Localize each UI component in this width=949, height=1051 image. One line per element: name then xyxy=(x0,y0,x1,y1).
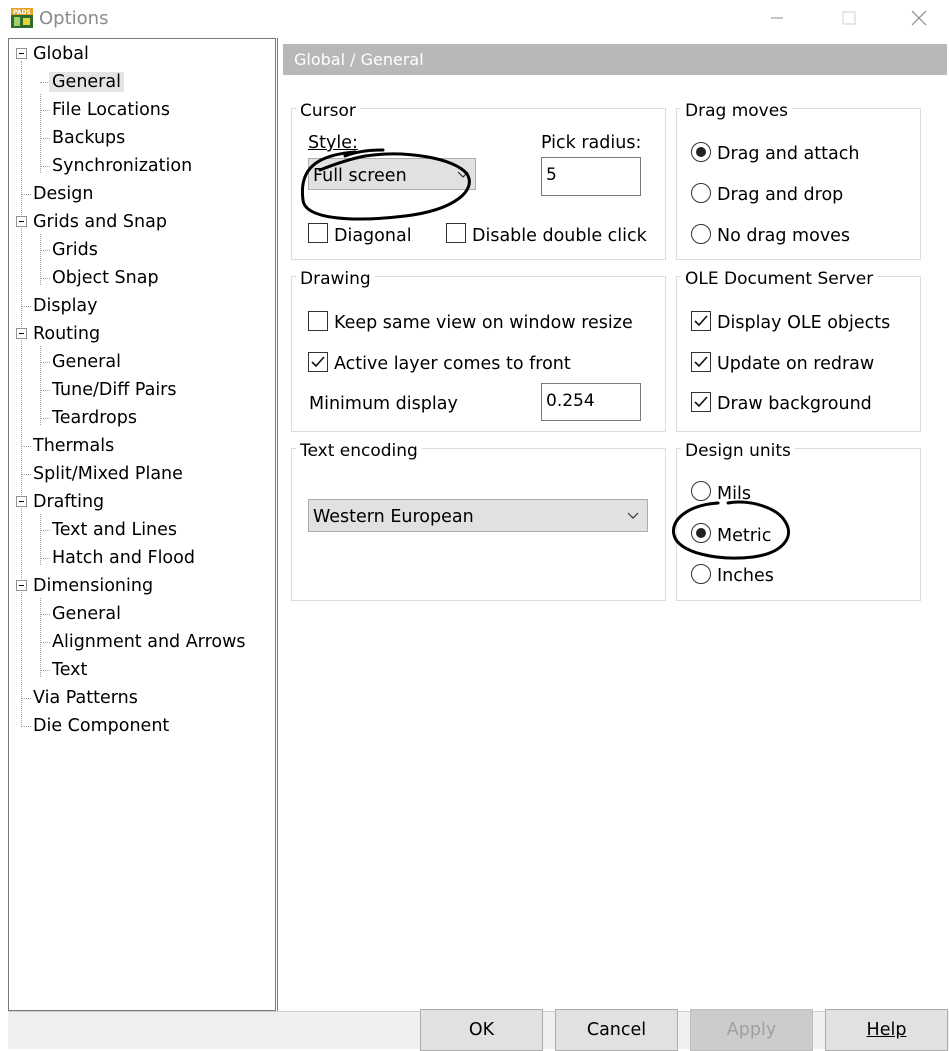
tree-item-backups[interactable]: Backups xyxy=(49,124,128,152)
checkmark-icon xyxy=(694,315,708,327)
minimum-display-label: Minimum display xyxy=(309,394,458,414)
help-button[interactable]: Help xyxy=(825,1009,948,1051)
pick-radius-label: Pick radius: xyxy=(541,133,642,153)
drag-moves-group-title: Drag moves xyxy=(681,101,793,121)
close-icon xyxy=(911,10,927,26)
draw-background-label: Draw background xyxy=(717,394,872,414)
disable-double-click-label: Disable double click xyxy=(472,226,647,246)
text-encoding-value: Western European xyxy=(313,507,474,527)
tree-item-dimensioning[interactable]: Dimensioning xyxy=(30,572,156,600)
text-encoding-select[interactable]: Western European xyxy=(308,499,648,532)
hand-drawn-circle-annotation xyxy=(671,500,791,560)
no-drag-moves-label: No drag moves xyxy=(717,226,851,246)
svg-text:PADS: PADS xyxy=(13,9,31,16)
display-ole-objects-label: Display OLE objects xyxy=(717,313,891,333)
checkmark-icon xyxy=(694,356,708,368)
cursor-group-title: Cursor xyxy=(296,101,360,121)
pads-app-icon: PADS xyxy=(10,7,34,29)
minimize-button[interactable] xyxy=(754,4,800,32)
tree-item-dimensioning-general[interactable]: General xyxy=(49,600,124,628)
tree-connector xyxy=(40,346,41,425)
draw-background-checkbox[interactable] xyxy=(691,392,711,412)
tree-collapse-icon[interactable] xyxy=(16,496,27,507)
minimum-display-input[interactable]: 0.254 xyxy=(541,383,641,421)
tree-item-object-snap[interactable]: Object Snap xyxy=(49,264,162,292)
tree-item-routing-general[interactable]: General xyxy=(49,348,124,376)
tree-item-split-mixed-plane[interactable]: Split/Mixed Plane xyxy=(30,460,186,488)
tree-item-hatch-and-flood[interactable]: Hatch and Flood xyxy=(49,544,198,572)
tree-item-drafting[interactable]: Drafting xyxy=(30,488,107,516)
drag-and-attach-radio[interactable] xyxy=(691,142,711,162)
tree-item-via-patterns[interactable]: Via Patterns xyxy=(30,684,141,712)
minimize-icon xyxy=(771,17,783,19)
update-on-redraw-label: Update on redraw xyxy=(717,354,875,374)
ok-button[interactable]: OK xyxy=(420,1009,543,1051)
drag-and-drop-label: Drag and drop xyxy=(717,185,844,205)
tree-item-grids[interactable]: Grids xyxy=(49,236,101,264)
tree-item-dimensioning-text[interactable]: Text xyxy=(49,656,90,684)
title-bar: PADS Options xyxy=(0,0,949,37)
checkmark-icon xyxy=(311,356,325,368)
tree-collapse-icon[interactable] xyxy=(16,328,27,339)
tree-item-alignment-and-arrows[interactable]: Alignment and Arrows xyxy=(49,628,249,656)
inches-radio[interactable] xyxy=(691,564,711,584)
tree-item-routing[interactable]: Routing xyxy=(30,320,103,348)
tree-item-global-general[interactable]: General xyxy=(49,68,124,96)
window-title: Options xyxy=(39,8,109,29)
active-layer-checkbox[interactable] xyxy=(308,352,328,372)
tree-connector xyxy=(40,94,41,173)
drag-and-attach-label: Drag and attach xyxy=(717,144,860,164)
maximize-icon xyxy=(842,11,856,25)
tree-item-teardrops[interactable]: Teardrops xyxy=(49,404,140,432)
tree-item-display[interactable]: Display xyxy=(30,292,101,320)
design-units-group-title: Design units xyxy=(681,441,795,461)
display-ole-objects-checkbox[interactable] xyxy=(691,311,711,331)
update-on-redraw-checkbox[interactable] xyxy=(691,352,711,372)
tree-connector xyxy=(40,598,41,677)
active-layer-label: Active layer comes to front xyxy=(334,354,571,374)
close-button[interactable] xyxy=(896,4,942,32)
checkmark-icon xyxy=(694,396,708,408)
drawing-group-title: Drawing xyxy=(296,269,375,289)
tree-item-synchronization[interactable]: Synchronization xyxy=(49,152,195,180)
tree-item-design[interactable]: Design xyxy=(30,180,96,208)
inches-label: Inches xyxy=(717,566,774,586)
tree-item-file-locations[interactable]: File Locations xyxy=(49,96,173,124)
page-header: Global / General xyxy=(283,44,947,75)
apply-button[interactable]: Apply xyxy=(690,1009,813,1051)
text-encoding-group-title: Text encoding xyxy=(296,441,422,461)
tree-item-die-component[interactable]: Die Component xyxy=(30,712,172,740)
tree-collapse-icon[interactable] xyxy=(16,580,27,591)
tree-collapse-icon[interactable] xyxy=(16,216,27,227)
hand-drawn-circle-annotation xyxy=(300,148,471,221)
drag-and-drop-radio[interactable] xyxy=(691,183,711,203)
chevron-down-icon xyxy=(627,512,639,519)
tree-item-text-and-lines[interactable]: Text and Lines xyxy=(49,516,180,544)
tree-item-tune-diff-pairs[interactable]: Tune/Diff Pairs xyxy=(49,376,180,404)
cancel-button[interactable]: Cancel xyxy=(555,1009,678,1051)
no-drag-moves-radio[interactable] xyxy=(691,224,711,244)
ole-server-group-title: OLE Document Server xyxy=(681,269,878,289)
tree-collapse-icon[interactable] xyxy=(16,48,27,59)
tree-item-thermals[interactable]: Thermals xyxy=(30,432,117,460)
tree-item-global[interactable]: Global xyxy=(30,40,92,68)
keep-same-view-label: Keep same view on window resize xyxy=(334,313,633,333)
keep-same-view-checkbox[interactable] xyxy=(308,311,328,331)
maximize-button[interactable] xyxy=(826,4,872,32)
tree-connector xyxy=(21,61,22,727)
options-tree[interactable]: Global General File Locations Backups Sy… xyxy=(8,38,276,1011)
pick-radius-input[interactable]: 5 xyxy=(541,157,641,196)
tree-item-grids-and-snap[interactable]: Grids and Snap xyxy=(30,208,170,236)
